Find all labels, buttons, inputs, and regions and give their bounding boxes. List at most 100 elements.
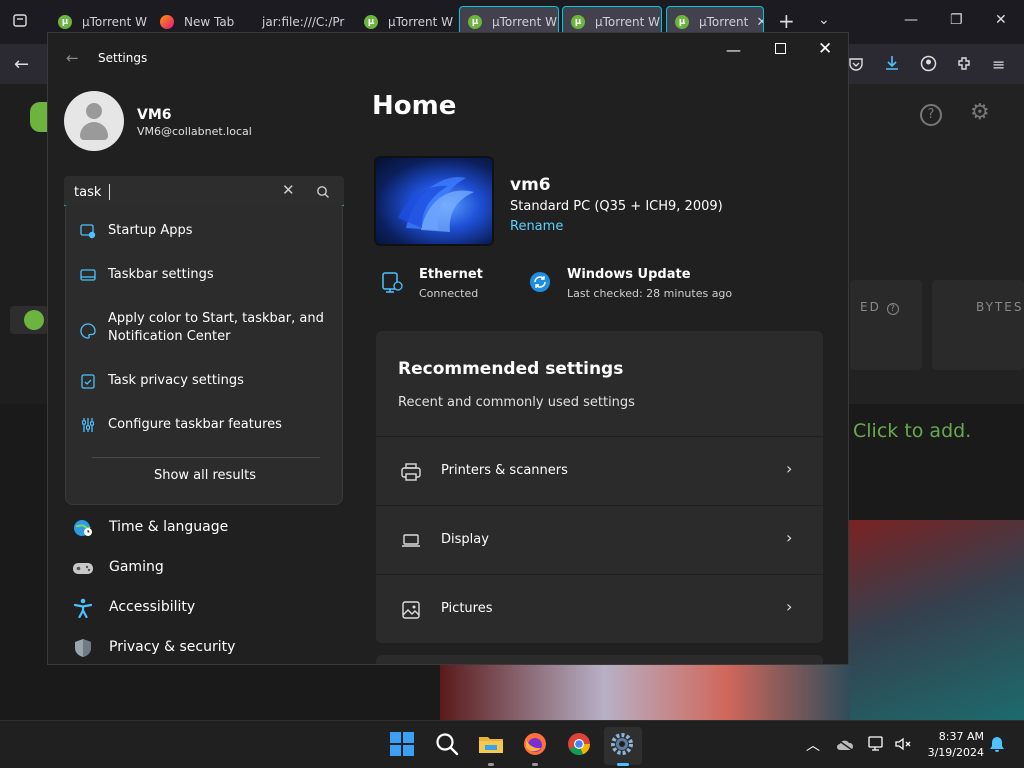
- minimize-icon[interactable]: —: [904, 12, 918, 28]
- nav-label: Privacy & security: [109, 639, 236, 655]
- result-apply-color[interactable]: Apply color to Start, taskbar, and Notif…: [66, 306, 344, 356]
- user-name: VM6: [137, 107, 172, 123]
- maximize-icon[interactable]: [775, 43, 786, 54]
- tab-list-icon[interactable]: [12, 12, 28, 28]
- chevron-down-icon[interactable]: ⌄: [818, 12, 830, 28]
- search-icon[interactable]: [434, 731, 462, 759]
- nav-label: Accessibility: [109, 599, 196, 615]
- back-arrow-icon[interactable]: ←: [66, 49, 79, 67]
- firefox-icon[interactable]: [522, 731, 550, 759]
- chrome-icon[interactable]: [566, 731, 594, 759]
- avatar-body: [80, 122, 108, 140]
- recommended-settings-card: Recommended settings Recent and commonly…: [376, 331, 823, 643]
- utorrent-icon: µ: [571, 15, 585, 29]
- accessibility-icon: [72, 598, 94, 619]
- user-email: VM6@collabnet.local: [137, 125, 252, 138]
- pc-wallpaper-thumbnail: [374, 156, 494, 246]
- stat-card-label: BYTES: [976, 300, 1024, 314]
- search-box[interactable]: ✕: [64, 176, 344, 208]
- result-label: Apply color to Start, taskbar, and: [108, 311, 324, 326]
- utorrent-sidebar: [0, 84, 48, 404]
- utorrent-icon: µ: [468, 15, 482, 29]
- network-icon[interactable]: [868, 736, 886, 752]
- notification-bell-icon[interactable]: [989, 736, 1005, 753]
- divider: [92, 457, 320, 458]
- running-indicator: [617, 763, 629, 766]
- click-to-add-link[interactable]: Click to add.: [853, 420, 971, 442]
- result-task-privacy[interactable]: Task privacy settings: [66, 370, 344, 410]
- search-icon[interactable]: [316, 184, 330, 198]
- volume-muted-icon[interactable]: [894, 736, 912, 752]
- file-explorer-icon[interactable]: [478, 731, 506, 759]
- tab-label: µTorrent W: [492, 15, 558, 29]
- chevron-right-icon: ›: [786, 459, 793, 478]
- download-icon[interactable]: [883, 54, 901, 72]
- result-label-line2: Notification Center: [108, 329, 231, 344]
- nav-item-gaming[interactable]: Gaming: [72, 552, 342, 584]
- windows-update-status[interactable]: Windows Update Last checked: 28 minutes …: [529, 265, 749, 305]
- nav-item-accessibility[interactable]: Accessibility: [72, 592, 342, 624]
- back-arrow-icon[interactable]: ←: [14, 54, 29, 75]
- recommended-item-display[interactable]: Display ›: [376, 505, 823, 574]
- avatar[interactable]: [64, 91, 124, 151]
- minimize-icon[interactable]: —: [726, 41, 741, 59]
- show-all-results-button[interactable]: Show all results: [66, 468, 344, 483]
- taskbar-icon: [80, 267, 96, 283]
- ethernet-status[interactable]: Ethernet Connected: [381, 265, 511, 305]
- taskbar: ︿ 8:37 AM 3/19/2024: [0, 720, 1024, 768]
- item-label: Display: [441, 532, 489, 547]
- result-taskbar-settings[interactable]: Taskbar settings: [66, 264, 344, 304]
- result-label: Startup Apps: [108, 223, 193, 238]
- settings-gear-icon[interactable]: [609, 731, 637, 759]
- search-input[interactable]: [74, 182, 274, 202]
- account-icon[interactable]: [920, 55, 937, 72]
- gear-icon[interactable]: ⚙: [970, 100, 990, 125]
- image-icon: [400, 600, 422, 620]
- pocket-icon[interactable]: [848, 56, 864, 72]
- recommended-item-printers[interactable]: Printers & scanners ›: [376, 436, 823, 505]
- close-icon[interactable]: ✕: [995, 12, 1007, 28]
- laptop-icon: [400, 531, 422, 551]
- tab-label: µTorrent W: [595, 15, 661, 29]
- shield-icon: [72, 638, 94, 658]
- running-indicator: [532, 763, 538, 766]
- rename-link[interactable]: Rename: [510, 219, 563, 234]
- settings-window: ← Settings — ✕ VM6 VM6@collabnet.local ✕…: [47, 32, 849, 665]
- ethernet-subtitle: Connected: [419, 287, 479, 300]
- chevron-right-icon: ›: [786, 597, 793, 616]
- extensions-icon[interactable]: [956, 55, 973, 72]
- stat-card: BYTES: [932, 280, 1024, 370]
- startup-apps-icon: [80, 223, 96, 239]
- result-configure-taskbar[interactable]: Configure taskbar features: [66, 414, 344, 454]
- utorrent-logo-icon: [30, 102, 48, 132]
- nav-item-time-language[interactable]: Time & language: [72, 512, 342, 544]
- chevron-up-icon[interactable]: ︿: [806, 735, 820, 755]
- utorrent-icon: µ: [364, 15, 378, 29]
- stat-card-label: ED: [860, 300, 881, 314]
- help-icon[interactable]: ?: [920, 104, 942, 126]
- firefox-icon: [160, 15, 174, 29]
- pc-name: vm6: [510, 175, 551, 195]
- pc-model: Standard PC (Q35 + ICH9, 2009): [510, 199, 723, 214]
- onedrive-icon[interactable]: [836, 737, 854, 751]
- close-tab-icon[interactable]: ✕: [756, 15, 763, 30]
- clipboard-check-icon: [80, 373, 96, 389]
- new-tab-button[interactable]: +: [778, 9, 795, 33]
- result-startup-apps[interactable]: Startup Apps: [66, 220, 344, 260]
- printer-icon: [400, 462, 422, 482]
- window-title: Settings: [98, 51, 148, 65]
- result-label: Task privacy settings: [108, 373, 244, 388]
- text-cursor: [109, 184, 110, 200]
- recommended-item-pictures[interactable]: Pictures ›: [376, 574, 823, 643]
- nav-label: Gaming: [109, 559, 164, 575]
- close-icon[interactable]: ✕: [818, 39, 832, 59]
- ethernet-icon: [381, 271, 403, 293]
- menu-icon[interactable]: ≡: [992, 55, 1005, 74]
- refresh-icon: [529, 271, 551, 293]
- clear-icon[interactable]: ✕: [282, 181, 295, 199]
- clock-date[interactable]: 3/19/2024: [918, 746, 984, 759]
- start-windows-icon[interactable]: [389, 731, 417, 759]
- restore-icon[interactable]: ❐: [950, 12, 963, 28]
- clock-time[interactable]: 8:37 AM: [928, 730, 984, 743]
- nav-item-privacy-security[interactable]: Privacy & security: [72, 632, 342, 664]
